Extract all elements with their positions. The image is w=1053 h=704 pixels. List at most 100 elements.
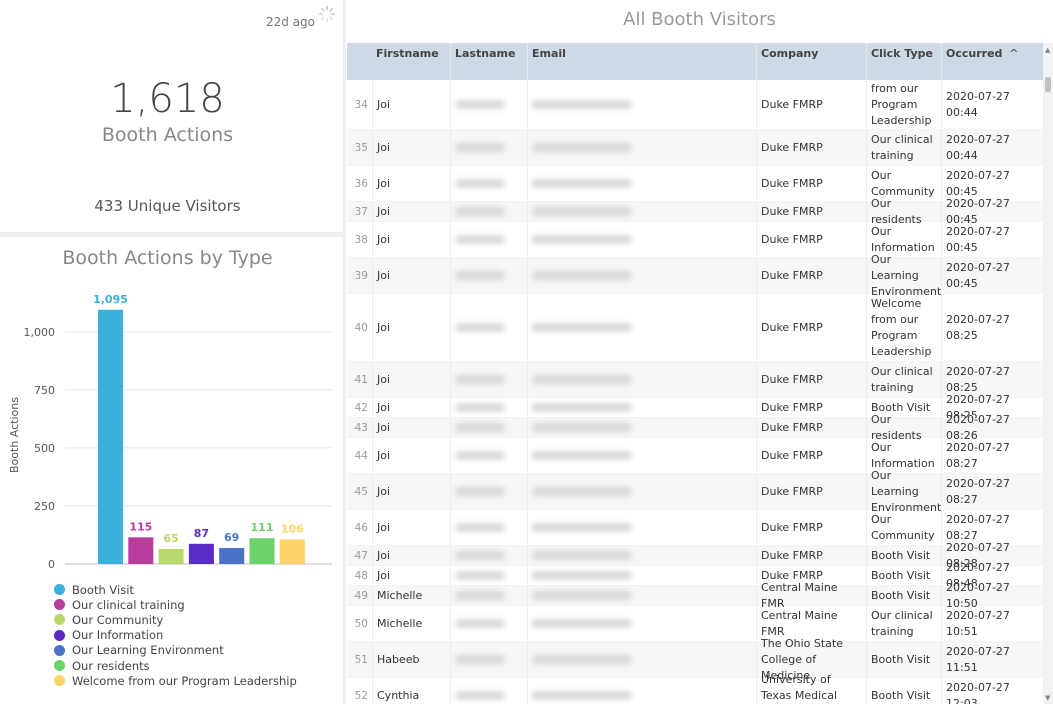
cell-email — [527, 642, 756, 677]
cell-click-type: Booth Visit — [866, 586, 941, 605]
column-header-email[interactable]: Email — [527, 43, 756, 80]
cell-lastname — [450, 398, 527, 417]
cell-email — [527, 202, 756, 221]
table-row[interactable]: 46 Joi Duke FMRP Our Community 2020-07-27 08… — [347, 510, 1043, 546]
cell-company: Duke FMRP — [756, 258, 866, 293]
cell-email — [527, 294, 756, 361]
booth-visitors-table-panel: All Booth Visitors Firstname Lastname Em… — [346, 0, 1053, 704]
cell-email — [527, 546, 756, 565]
table-row[interactable]: 45 Joi Duke FMRP Our Learning Environment 20… — [347, 469, 1043, 514]
column-header-firstname[interactable]: Firstname — [372, 43, 450, 80]
column-header-occurred[interactable]: Occurred ^ — [941, 43, 1043, 80]
table-row[interactable]: 48 Joi Duke FMRP Booth Visit 2020-07-27 08:4… — [347, 561, 1043, 590]
cell-firstname: Cynthia — [372, 678, 450, 704]
row-number: 45 — [354, 485, 368, 498]
table-row[interactable]: 36 Joi Duke FMRP Our Community 2020-07-27 00… — [347, 166, 1043, 202]
cell-lastname — [450, 202, 527, 221]
redacted-value — [455, 591, 505, 600]
table-row[interactable]: 42 Joi Duke FMRP Booth Visit 2020-07-27 08:2… — [347, 393, 1043, 422]
cell-company: Duke FMRP — [756, 474, 866, 509]
table-row[interactable]: 37 Joi Duke FMRP Our residents 2020-07-27 00… — [347, 197, 1043, 226]
legend-item[interactable]: Our residents — [54, 658, 297, 673]
bar-value-label: 69 — [224, 531, 239, 544]
table-row[interactable]: 51 Habeeb The Ohio State College of Medici… — [347, 637, 1043, 682]
bar[interactable] — [98, 309, 123, 564]
cell-email — [527, 678, 756, 704]
cell-click-type: Our Learning Environment — [866, 253, 941, 298]
row-number: 41 — [354, 373, 368, 386]
bar-data-labels: 1,095 115 65 87 69 111 106 — [93, 293, 304, 545]
table-row[interactable]: 50 Michelle Central Maine FMR Our clinical … — [347, 606, 1043, 642]
legend-item[interactable]: Welcome from our Program Leadership — [54, 673, 297, 688]
refresh-spinner-icon[interactable] — [318, 5, 336, 23]
table-row[interactable]: 52 Cynthia University of Texas Medical Bra… — [347, 673, 1043, 704]
legend-item[interactable]: Our Community — [54, 612, 297, 627]
table-row[interactable]: 49 Michelle Central Maine FMR Booth Visit 20… — [347, 581, 1043, 610]
legend-label: Booth Visit — [72, 582, 134, 597]
sort-ascending-icon: ^ — [1009, 47, 1019, 60]
redacted-value — [455, 523, 505, 532]
cell-firstname: Michelle — [372, 586, 450, 605]
cell-company: University of Texas Medical Branch — [756, 673, 866, 704]
table-row[interactable]: 43 Joi Duke FMRP Our residents 2020-07-27 08… — [347, 413, 1043, 442]
cell-firstname: Joi — [372, 294, 450, 361]
cell-occurred: 2020-07-27 12:03 — [941, 678, 1043, 704]
table-row[interactable]: 41 Joi Duke FMRP Our clinical training 2020-… — [347, 362, 1043, 398]
bar[interactable] — [128, 537, 154, 564]
column-header-company[interactable]: Company — [756, 43, 866, 80]
redacted-value — [532, 619, 632, 628]
y-tick-label: 250 — [34, 500, 55, 513]
table-row[interactable]: 40 Joi Duke FMRP Welcome from our Program L… — [347, 294, 1043, 362]
legend-item[interactable]: Booth Visit — [54, 582, 297, 597]
bar-value-label: 115 — [129, 520, 152, 533]
table-row[interactable]: 39 Joi Duke FMRP Our Learning Environment 20… — [347, 253, 1043, 298]
redacted-value — [455, 551, 505, 560]
y-tick-label: 1,000 — [24, 326, 56, 339]
bar[interactable] — [279, 539, 305, 564]
redacted-value — [455, 655, 505, 664]
cell-occurred: 2020-07-27 08:26 — [941, 413, 1043, 442]
cell-lastname — [450, 166, 527, 201]
table-scrollbar[interactable]: ▲ ▼ — [1043, 43, 1053, 704]
cell-firstname: Joi — [372, 222, 450, 257]
table-row[interactable]: 34 Joi Duke FMRP from our Program Leadershi… — [347, 80, 1043, 130]
cell-occurred: 2020-07-27 00:45 — [941, 197, 1043, 226]
legend-color-swatch — [54, 614, 65, 626]
legend-item[interactable]: Our Learning Environment — [54, 643, 297, 658]
legend-label: Our Information — [72, 628, 164, 643]
cell-email — [527, 606, 756, 641]
scrollbar-thumb[interactable] — [1045, 77, 1051, 92]
table-row[interactable]: 47 Joi Duke FMRP Booth Visit 2020-07-27 08:2… — [347, 541, 1043, 570]
cell-company: Duke FMRP — [756, 222, 866, 257]
cell-lastname — [450, 510, 527, 545]
cell-occurred: 2020-07-27 08:27 — [941, 438, 1043, 473]
cell-email — [527, 566, 756, 585]
scroll-down-arrow-icon[interactable]: ▼ — [1045, 694, 1050, 702]
bar[interactable] — [158, 548, 184, 564]
bar[interactable] — [249, 538, 275, 564]
row-number: 39 — [354, 269, 368, 282]
y-axis-label: Booth Actions — [8, 397, 21, 473]
scroll-up-arrow-icon[interactable]: ▲ — [1045, 46, 1050, 54]
cell-firstname: Joi — [372, 166, 450, 201]
column-header-lastname[interactable]: Lastname — [450, 43, 527, 80]
bar[interactable] — [188, 543, 214, 564]
column-header-click-type[interactable]: Click Type — [866, 43, 941, 80]
cell-email — [527, 474, 756, 509]
legend-item[interactable]: Our Information — [54, 628, 297, 643]
cell-lastname — [450, 474, 527, 509]
row-number: 38 — [354, 233, 368, 246]
cell-lastname — [450, 294, 527, 361]
cell-occurred: 2020-07-27 10:51 — [941, 606, 1043, 641]
table-row[interactable]: 35 Joi Duke FMRP Our clinical training 2020-… — [347, 130, 1043, 166]
redacted-value — [532, 271, 632, 280]
redacted-value — [532, 100, 632, 109]
cell-company: Duke FMRP — [756, 510, 866, 545]
redacted-value — [455, 235, 505, 244]
cell-click-type: Our clinical training — [866, 362, 941, 397]
legend-item[interactable]: Our clinical training — [54, 597, 297, 612]
cell-lastname — [450, 678, 527, 704]
bar[interactable] — [219, 547, 245, 564]
redacted-value — [455, 571, 505, 580]
y-tick-label: 500 — [34, 442, 55, 455]
